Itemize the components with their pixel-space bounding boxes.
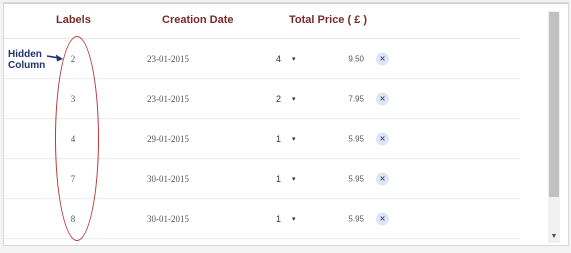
- order-table-panel: Labels Creation Date Total Price ( £ ) 2…: [3, 2, 569, 246]
- quantity-select-value[interactable]: 1: [276, 174, 281, 184]
- row-total-price: 9.50: [348, 54, 364, 63]
- table-row: 2 23-01-2015 4 ▾ 9.50 ×: [4, 39, 520, 79]
- table-row: 7 30-01-2015 1 ▾ 5.95 ×: [4, 159, 520, 199]
- callout-line-2: Column: [8, 60, 46, 71]
- remove-close-icon[interactable]: ×: [376, 212, 389, 225]
- row-creation-date: 30-01-2015: [147, 173, 189, 184]
- table-row: 4 29-01-2015 1 ▾ 5.95 ×: [4, 119, 520, 159]
- top-divider: [4, 3, 568, 4]
- caret-down-icon[interactable]: ▾: [292, 95, 296, 103]
- remove-close-icon[interactable]: ×: [376, 132, 389, 145]
- caret-down-icon[interactable]: ▾: [292, 135, 296, 143]
- table-row: 8 30-01-2015 1 ▾ 5.95 ×: [4, 199, 520, 239]
- row-creation-date: 29-01-2015: [147, 133, 189, 144]
- row-total-price: 5.95: [348, 214, 364, 223]
- row-total-price: 5.95: [348, 174, 364, 183]
- quantity-select-value[interactable]: 1: [276, 214, 281, 224]
- quantity-select-value[interactable]: 1: [276, 134, 281, 144]
- caret-down-icon[interactable]: ▾: [292, 175, 296, 183]
- caret-down-icon[interactable]: ▾: [292, 215, 296, 223]
- row-creation-date: 23-01-2015: [147, 53, 189, 64]
- hidden-column-callout: Hidden Column: [8, 49, 45, 71]
- row-total-price: 5.95: [348, 134, 364, 143]
- row-creation-date: 30-01-2015: [147, 213, 189, 224]
- scrollbar-thumb[interactable]: [549, 12, 559, 197]
- row-label: 7: [70, 173, 76, 184]
- row-label: 8: [70, 213, 76, 224]
- callout-arrow-icon: [46, 54, 63, 62]
- scroll-down-arrow-icon[interactable]: ▼: [548, 233, 560, 241]
- row-label: 3: [70, 93, 76, 104]
- column-header-total-price: Total Price ( £ ): [289, 14, 368, 26]
- column-header-creation-date: Creation Date: [162, 14, 234, 26]
- table-row: 3 23-01-2015 2 ▾ 7.95 ×: [4, 79, 520, 119]
- remove-close-icon[interactable]: ×: [376, 92, 389, 105]
- column-header-labels: Labels: [56, 14, 91, 26]
- row-label: 2: [70, 53, 76, 64]
- callout-line-1: Hidden: [8, 49, 42, 60]
- row-creation-date: 23-01-2015: [147, 93, 189, 104]
- quantity-select-value[interactable]: 4: [276, 54, 281, 64]
- row-label: 4: [70, 133, 76, 144]
- row-total-price: 7.95: [348, 94, 364, 103]
- remove-close-icon[interactable]: ×: [376, 52, 389, 65]
- remove-close-icon[interactable]: ×: [376, 172, 389, 185]
- quantity-select-value[interactable]: 2: [276, 94, 281, 104]
- caret-down-icon[interactable]: ▾: [292, 55, 296, 63]
- vertical-scrollbar[interactable]: ▼: [548, 11, 560, 243]
